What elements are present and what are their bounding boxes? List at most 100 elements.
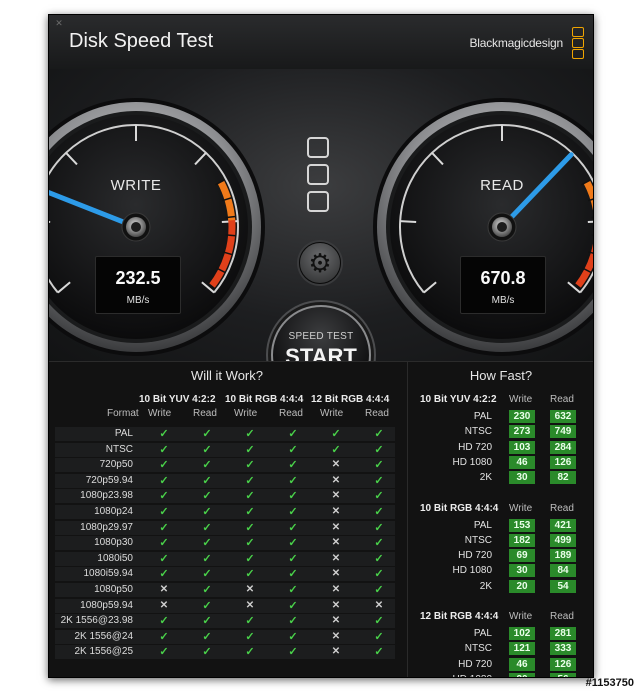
read-speed-cell: 189 — [550, 549, 576, 563]
check-icon: ✓ — [374, 584, 384, 596]
check-icon: ✓ — [288, 568, 298, 581]
read-speed-cell: 281 — [550, 627, 576, 640]
check-icon: ✓ — [202, 599, 212, 612]
cross-icon: ✕ — [331, 459, 341, 471]
check-icon: ✓ — [374, 646, 384, 659]
how-fast-sub-header: Read — [550, 394, 574, 405]
how-fast-format-name: HD 720 — [458, 441, 492, 453]
check-icon: ✓ — [288, 521, 298, 534]
will-group-header: 12 Bit RGB 4:4:4 — [311, 394, 390, 405]
read-speed-cell: 749 — [550, 425, 576, 439]
check-icon: ✓ — [159, 615, 169, 628]
write-hub-center — [131, 222, 141, 232]
read-scale-tick — [587, 220, 593, 223]
read-zone-mark — [591, 234, 593, 236]
check-icon: ✓ — [202, 615, 212, 628]
format-name: 1080p30 — [94, 537, 133, 549]
how-fast-format-name: HD 1080 — [452, 565, 492, 577]
write-speed-cell: 103 — [509, 440, 535, 454]
how-fast-format-name: PAL — [473, 411, 492, 422]
write-speed-cell: 30 — [509, 564, 535, 578]
will-it-work-title: Will it Work? — [191, 368, 263, 383]
read-speed-cell: 56 — [550, 672, 576, 677]
will-group-header: 10 Bit YUV 4:2:2 — [139, 394, 216, 405]
title-bar: ✕ Disk Speed Test Blackmagicdesign — [49, 15, 593, 70]
cross-icon: ✕ — [331, 506, 341, 517]
check-icon: ✓ — [288, 428, 298, 440]
check-icon: ✓ — [202, 630, 212, 643]
format-name: 1080p59.94 — [80, 599, 133, 611]
check-icon: ✓ — [202, 537, 212, 550]
read-speed-cell: 54 — [550, 579, 576, 593]
check-icon: ✓ — [159, 630, 169, 643]
format-name: 720p50 — [99, 459, 133, 471]
check-icon: ✓ — [202, 521, 212, 534]
check-icon: ✓ — [202, 506, 212, 518]
results-tables: Will it Work? Format 10 Bit YUV 4:2:2 Wri… — [49, 361, 593, 677]
read-speed-cell: 84 — [550, 564, 576, 578]
check-icon: ✓ — [202, 584, 212, 596]
how-fast-table: How Fast? 10 Bit YUV 4:2:2 Write Read PAL 23… — [407, 362, 593, 677]
blackmagic-squares-icon — [307, 137, 331, 217]
write-speed-cell: 102 — [509, 627, 535, 640]
check-icon: ✓ — [374, 428, 384, 440]
will-group-header: 10 Bit RGB 4:4:4 — [225, 394, 304, 405]
format-name: 2K 1556@23.98 — [60, 615, 133, 627]
format-name: 1080p29.97 — [80, 521, 133, 533]
close-icon[interactable]: ✕ — [55, 19, 63, 28]
check-icon: ✓ — [159, 521, 169, 534]
write-speed-cell: 46 — [509, 657, 535, 671]
write-speed-cell: 46 — [509, 455, 535, 469]
check-icon: ✓ — [331, 428, 341, 440]
cross-icon: ✕ — [245, 584, 255, 595]
read-scale-tick — [400, 220, 417, 223]
check-icon: ✓ — [245, 552, 255, 565]
how-fast-sub-header: Write — [509, 394, 533, 405]
read-speed-cell: 632 — [550, 410, 576, 423]
cross-icon: ✕ — [159, 599, 169, 611]
format-name: 1080p24 — [94, 506, 133, 517]
write-speed-cell: 182 — [509, 533, 535, 547]
format-name: 1080i50 — [97, 552, 133, 564]
check-icon: ✓ — [288, 552, 298, 565]
read-speed-cell: 126 — [550, 455, 576, 469]
write-speed-cell: 69 — [509, 549, 535, 563]
write-speed-cell: 121 — [509, 642, 535, 656]
cross-icon: ✕ — [331, 552, 341, 564]
cross-icon: ✕ — [331, 584, 341, 595]
check-icon: ✓ — [374, 443, 384, 456]
cross-icon: ✕ — [159, 584, 169, 595]
will-it-work-table: Will it Work? Format 10 Bit YUV 4:2:2 Wri… — [49, 362, 405, 677]
read-hub-center — [497, 222, 507, 232]
check-icon: ✓ — [288, 615, 298, 628]
write-speed-unit: MB/s — [126, 295, 150, 306]
read-readout: 670.8 MB/s — [460, 256, 546, 314]
cross-icon: ✕ — [331, 646, 341, 658]
how-fast-format-name: HD 1080 — [412, 673, 492, 677]
check-icon: ✓ — [245, 474, 255, 487]
check-icon: ✓ — [374, 615, 384, 628]
settings-button[interactable]: ⚙ — [299, 242, 341, 284]
check-icon: ✓ — [202, 443, 212, 456]
how-fast-format-name: HD 720 — [458, 550, 492, 562]
write-speed-cell: 230 — [509, 410, 535, 423]
check-icon: ✓ — [202, 474, 212, 487]
read-speed-cell: 421 — [550, 518, 576, 532]
read-gauge-label: READ — [480, 177, 524, 194]
check-icon: ✓ — [159, 537, 169, 550]
check-icon: ✓ — [159, 443, 169, 456]
how-fast-format-name: PAL — [473, 628, 492, 639]
check-icon: ✓ — [288, 630, 298, 643]
check-icon: ✓ — [374, 459, 384, 472]
check-icon: ✓ — [245, 615, 255, 628]
check-icon: ✓ — [288, 646, 298, 659]
app-title: Disk Speed Test — [69, 30, 214, 52]
check-icon: ✓ — [374, 490, 384, 503]
cross-icon: ✕ — [331, 615, 341, 627]
check-icon: ✓ — [159, 506, 169, 518]
write-speed-value: 232.5 — [115, 268, 161, 288]
watermark: #1153750 — [585, 677, 634, 689]
check-icon: ✓ — [374, 630, 384, 643]
check-icon: ✓ — [374, 506, 384, 518]
check-icon: ✓ — [245, 490, 255, 503]
